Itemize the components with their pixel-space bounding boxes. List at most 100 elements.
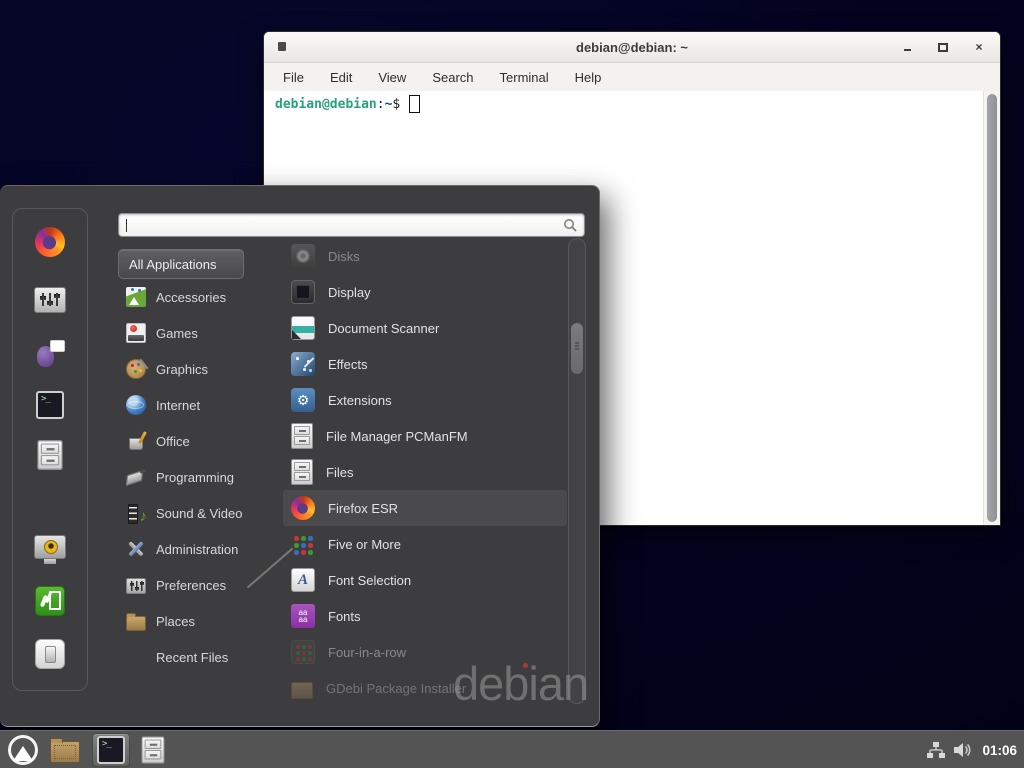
settings-mixer-icon [34, 287, 66, 313]
favorite-firefox[interactable] [13, 230, 87, 254]
app-label: GDebi Package Installer [326, 681, 466, 696]
category-label: All Applications [129, 257, 216, 272]
category-programming[interactable]: Programming [118, 459, 278, 495]
app-five-or-more[interactable]: Five or More [283, 526, 567, 562]
terminal-icon: >_ [36, 391, 64, 419]
category-label: Office [156, 434, 190, 449]
files-launcher[interactable] [141, 736, 164, 763]
system-tray: 01:06 [927, 742, 1024, 759]
fonts-icon: aa aa [291, 604, 315, 628]
favorite-lock-screen[interactable] [13, 535, 87, 559]
file-manager-launcher[interactable] [50, 741, 80, 763]
category-administration[interactable]: Administration [118, 531, 278, 567]
taskbar: >_ 01:06 [0, 730, 1024, 768]
file-cabinet-icon [291, 459, 313, 485]
prompt-dollar: $ [392, 97, 400, 112]
category-all-applications[interactable]: All Applications [118, 249, 244, 279]
accessories-icon [126, 287, 146, 307]
menu-terminal[interactable]: Terminal [500, 70, 549, 85]
terminal-taskbar-button[interactable]: >_ [92, 733, 130, 767]
app-files[interactable]: Files [283, 454, 567, 490]
favorite-pidgin[interactable] [13, 338, 87, 368]
app-effects[interactable]: Effects [283, 346, 567, 382]
favorites-column: >_ [12, 208, 88, 691]
app-font-selection[interactable]: A Font Selection [283, 562, 567, 598]
category-label: Internet [156, 398, 200, 413]
category-places[interactable]: Places [118, 603, 278, 639]
fonts-glyph: aa aa [296, 609, 310, 623]
app-list-scrollbar[interactable] [568, 238, 586, 704]
note-glyph: ♪ [140, 508, 148, 525]
category-recent-files[interactable]: Recent Files [118, 639, 278, 675]
application-menu: >_ All A [0, 185, 600, 727]
menu-button[interactable] [8, 735, 38, 765]
category-accessories[interactable]: Accessories [118, 279, 278, 315]
category-graphics[interactable]: Graphics [118, 351, 278, 387]
terminal-scrollbar-thumb[interactable] [987, 94, 997, 522]
close-button[interactable]: × [972, 40, 986, 54]
gdebi-icon [291, 682, 313, 699]
category-office[interactable]: Office [118, 423, 278, 459]
favorite-log-out[interactable] [13, 586, 87, 616]
app-label: Document Scanner [328, 321, 439, 336]
app-document-scanner[interactable]: Document Scanner [283, 310, 567, 346]
terminal-titlebar[interactable]: debian@debian: ~ × [264, 32, 1000, 63]
app-disks[interactable]: Disks [283, 238, 567, 274]
app-four-in-a-row[interactable]: Four-in-a-row [283, 634, 567, 670]
disks-icon [291, 244, 315, 268]
favorite-shut-down[interactable] [13, 639, 87, 669]
app-gdebi[interactable]: GDebi Package Installer [283, 670, 567, 706]
app-file-manager-pcmanfm[interactable]: File Manager PCManFM [283, 418, 567, 454]
terminal-scrollbar[interactable] [983, 91, 1000, 525]
clock[interactable]: 01:06 [982, 743, 1017, 758]
favorite-terminal[interactable]: >_ [13, 391, 87, 419]
file-cabinet-icon [291, 423, 313, 449]
favorite-settings-mixer[interactable] [13, 287, 87, 313]
lock-screen-icon [34, 535, 66, 559]
volume-icon[interactable] [954, 742, 973, 758]
app-fonts[interactable]: aa aa Fonts [283, 598, 567, 634]
app-label: Display [328, 285, 371, 300]
app-label: Five or More [328, 537, 401, 552]
firefox-icon [291, 496, 315, 520]
category-label: Recent Files [156, 650, 228, 665]
favorite-file-manager[interactable] [13, 442, 87, 468]
maximize-button[interactable] [936, 40, 950, 54]
file-cabinet-icon [37, 440, 62, 470]
app-display[interactable]: Display [283, 274, 567, 310]
gear-glyph: ⚙ [297, 393, 310, 407]
menu-search[interactable]: Search [432, 70, 473, 85]
network-icon[interactable] [927, 742, 945, 759]
app-label: Firefox ESR [328, 501, 398, 516]
category-label: Graphics [156, 362, 208, 377]
category-games[interactable]: Games [118, 315, 278, 351]
font-selection-icon: A [291, 568, 315, 592]
pidgin-icon [35, 338, 65, 368]
category-internet[interactable]: Internet [118, 387, 278, 423]
app-firefox-esr[interactable]: Firefox ESR [283, 490, 567, 526]
window-icon [278, 42, 286, 51]
terminal-icon: >_ [97, 736, 125, 764]
minimize-button[interactable] [900, 40, 914, 54]
internet-icon [126, 395, 146, 415]
app-label: Extensions [328, 393, 392, 408]
app-extensions[interactable]: ⚙ Extensions [283, 382, 567, 418]
prompt-path: ~ [385, 97, 393, 112]
category-sound-video[interactable]: ♪ Sound & Video [118, 495, 278, 531]
menu-file[interactable]: File [283, 70, 304, 85]
four-in-a-row-icon [291, 640, 315, 664]
programming-icon [126, 467, 146, 487]
menu-view[interactable]: View [378, 70, 406, 85]
places-icon [126, 616, 146, 631]
terminal-prompt-glyph: >_ [41, 394, 50, 404]
menu-help[interactable]: Help [575, 70, 602, 85]
shut-down-icon [35, 639, 65, 669]
search-box [118, 213, 585, 237]
app-label: Disks [328, 249, 360, 264]
window-title: debian@debian: ~ [576, 40, 688, 55]
search-input[interactable] [119, 214, 584, 236]
category-preferences[interactable]: Preferences [118, 567, 278, 603]
app-list-scrollbar-thumb[interactable] [571, 323, 583, 374]
preferences-icon [126, 578, 146, 594]
menu-edit[interactable]: Edit [330, 70, 352, 85]
